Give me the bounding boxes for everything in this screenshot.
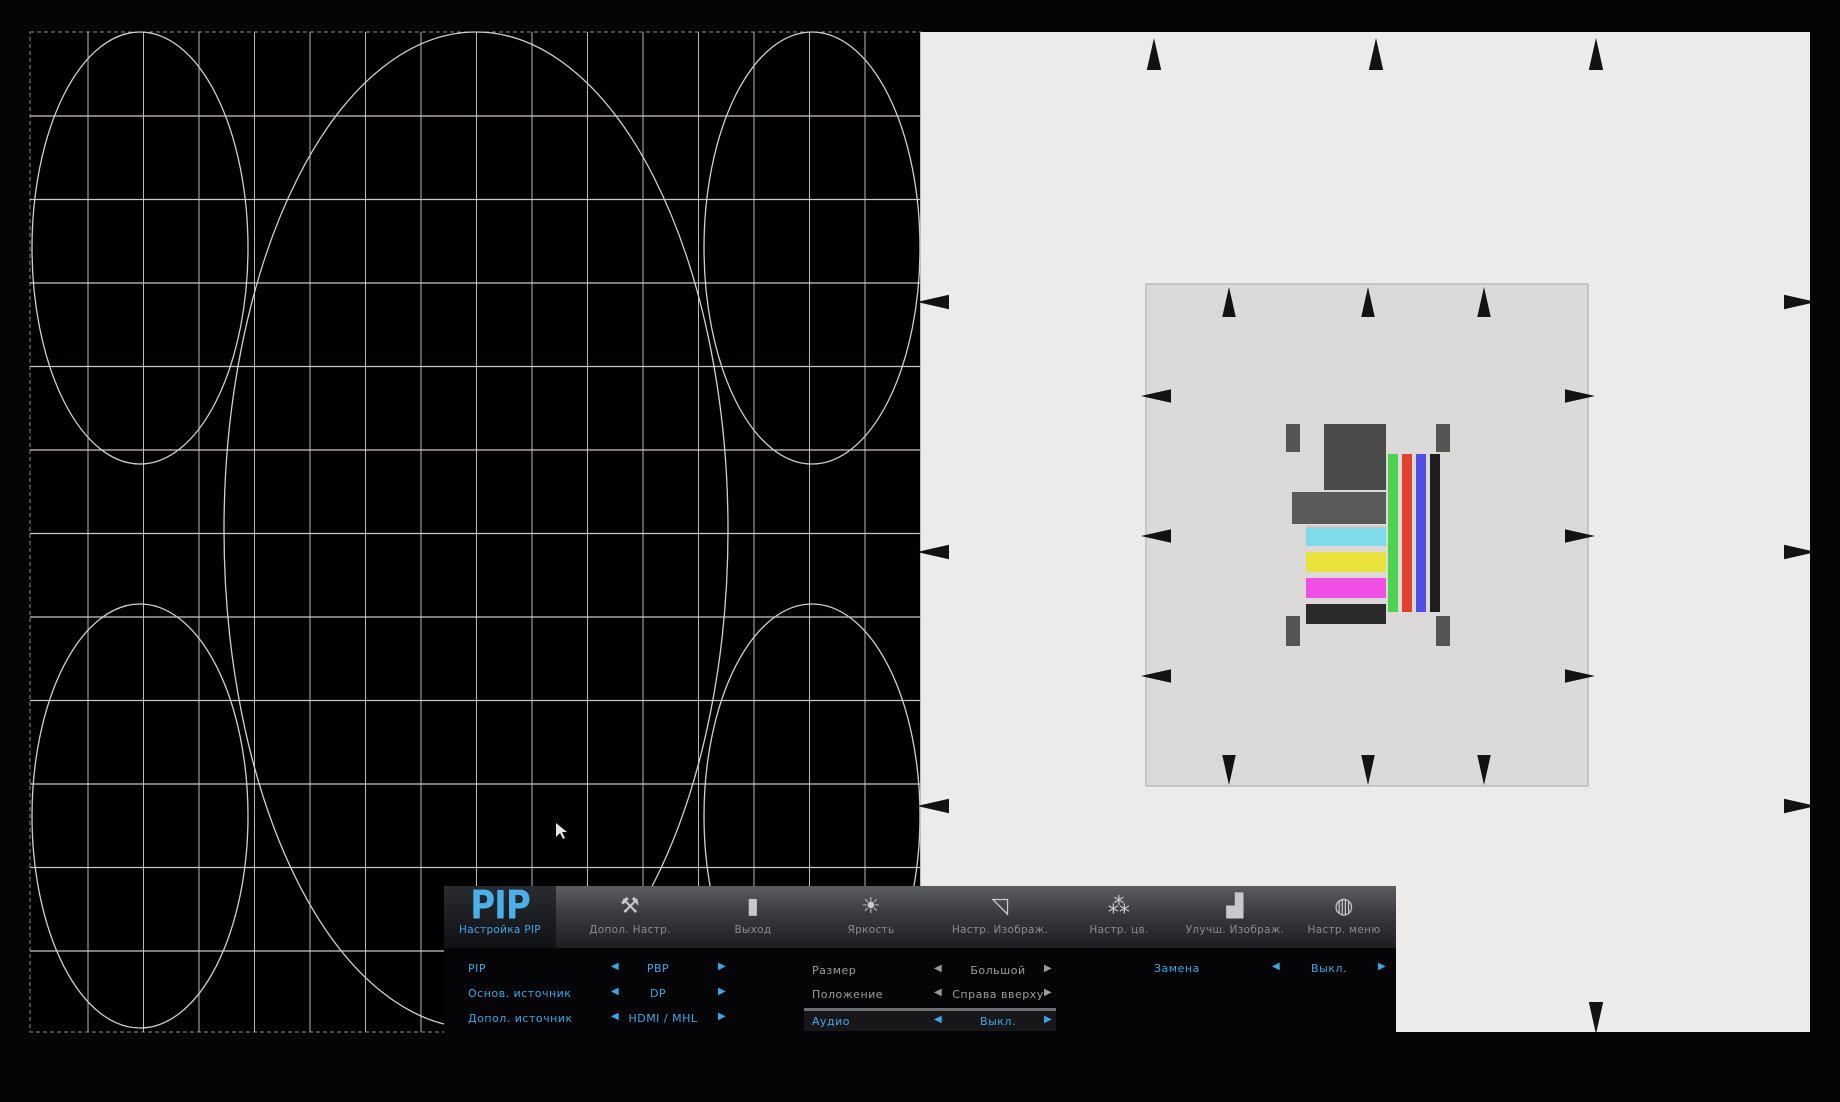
tools-icon: ⚒: [619, 894, 641, 919]
pip-logo-icon: PIP: [470, 883, 530, 929]
color-circles-icon: ⁂: [1107, 894, 1131, 919]
arrow-right-icon[interactable]: ▶: [1044, 1014, 1052, 1025]
tab-picture-enhance[interactable]: ▟ Улучш. Изображ.: [1178, 886, 1292, 948]
setting-value: Большой: [970, 963, 1026, 977]
tab-pip-settings[interactable]: PIP Настройка PIP: [444, 883, 556, 948]
setting-label: Аудио: [812, 1014, 851, 1028]
tab-label: Допол. Настр.: [589, 924, 671, 936]
tab-label: Выход: [734, 924, 772, 936]
right-test-pattern: [917, 32, 1816, 1034]
left-test-pattern: [29, 31, 922, 1033]
osd-tab-bar: PIP Настройка PIP ⚒ Допол. Настр. ▮ Выхо…: [444, 883, 1396, 948]
setting-size[interactable]: Размер ◀ Большой ▶: [810, 960, 1054, 980]
setting-position[interactable]: Положение ◀ Справа вверху ▶: [810, 984, 1054, 1004]
setting-sub-source[interactable]: Допол. источник ◀ HDMI / MHL ▶: [468, 1008, 726, 1028]
setting-value: Выкл.: [1311, 961, 1347, 975]
setting-main-source[interactable]: Основ. источник ◀ DP ▶: [468, 983, 726, 1003]
setting-swap[interactable]: Замена ◀ Выкл. ▶: [1154, 958, 1386, 978]
tab-label: Яркость: [847, 924, 895, 936]
setting-label: Размер: [812, 963, 857, 977]
arrow-left-icon[interactable]: ◀: [611, 1011, 619, 1022]
tab-extra-settings[interactable]: ⚒ Допол. Настр.: [556, 886, 704, 948]
arrow-left-icon[interactable]: ◀: [934, 963, 942, 974]
setting-value: Выкл.: [980, 1014, 1016, 1028]
osd-menu: PIP Настройка PIP ⚒ Допол. Настр. ▮ Выхо…: [444, 883, 1396, 1038]
setting-value: DP: [649, 986, 667, 1000]
setting-label: PIP: [468, 961, 487, 975]
arrow-left-icon[interactable]: ◀: [611, 961, 619, 972]
setting-pip-mode[interactable]: PIP ◀ PBP ▶: [468, 958, 726, 978]
tab-label: Настр. Изображ.: [951, 924, 1049, 936]
setting-value: HDMI / MHL: [628, 1011, 698, 1025]
tab-label: Настр. цв.: [1089, 924, 1149, 936]
arrow-right-icon[interactable]: ▶: [718, 961, 726, 972]
arrow-right-icon[interactable]: ▶: [1044, 963, 1052, 974]
menu-globe-icon: ◍: [1334, 894, 1354, 919]
picture-enhance-icon: ▟: [1226, 894, 1244, 919]
tab-color-settings[interactable]: ⁂ Настр. цв.: [1060, 886, 1178, 948]
arrow-left-icon[interactable]: ◀: [934, 1014, 942, 1025]
tab-label: Настр. меню: [1307, 924, 1381, 936]
tab-menu-settings[interactable]: ◍ Настр. меню: [1292, 886, 1396, 948]
setting-value: Справа вверху: [952, 987, 1044, 1001]
tab-brightness[interactable]: ☀ Яркость: [802, 886, 940, 948]
setting-label: Замена: [1154, 961, 1200, 975]
setting-label: Основ. источник: [468, 986, 572, 1000]
sun-brightness-icon: ☀: [860, 894, 882, 919]
exit-door-icon: ▮: [746, 894, 760, 919]
tab-label: Улучш. Изображ.: [1185, 924, 1285, 936]
tab-picture-settings[interactable]: ◹ Настр. Изображ.: [940, 886, 1060, 948]
arrow-right-icon[interactable]: ▶: [718, 986, 726, 997]
setting-value: PBP: [646, 961, 670, 975]
setting-label: Допол. источник: [468, 1011, 573, 1025]
setting-audio[interactable]: Аудио ◀ Выкл. ▶: [804, 1008, 1056, 1031]
arrow-left-icon[interactable]: ◀: [1272, 961, 1280, 972]
tab-exit[interactable]: ▮ Выход: [704, 886, 802, 948]
arrow-right-icon[interactable]: ▶: [1378, 961, 1386, 972]
picture-adjust-icon: ◹: [991, 894, 1009, 919]
arrow-right-icon[interactable]: ▶: [718, 1011, 726, 1022]
setting-label: Положение: [812, 987, 884, 1001]
arrow-left-icon[interactable]: ◀: [934, 987, 942, 998]
arrow-left-icon[interactable]: ◀: [611, 986, 619, 997]
arrow-right-icon[interactable]: ▶: [1044, 987, 1052, 998]
